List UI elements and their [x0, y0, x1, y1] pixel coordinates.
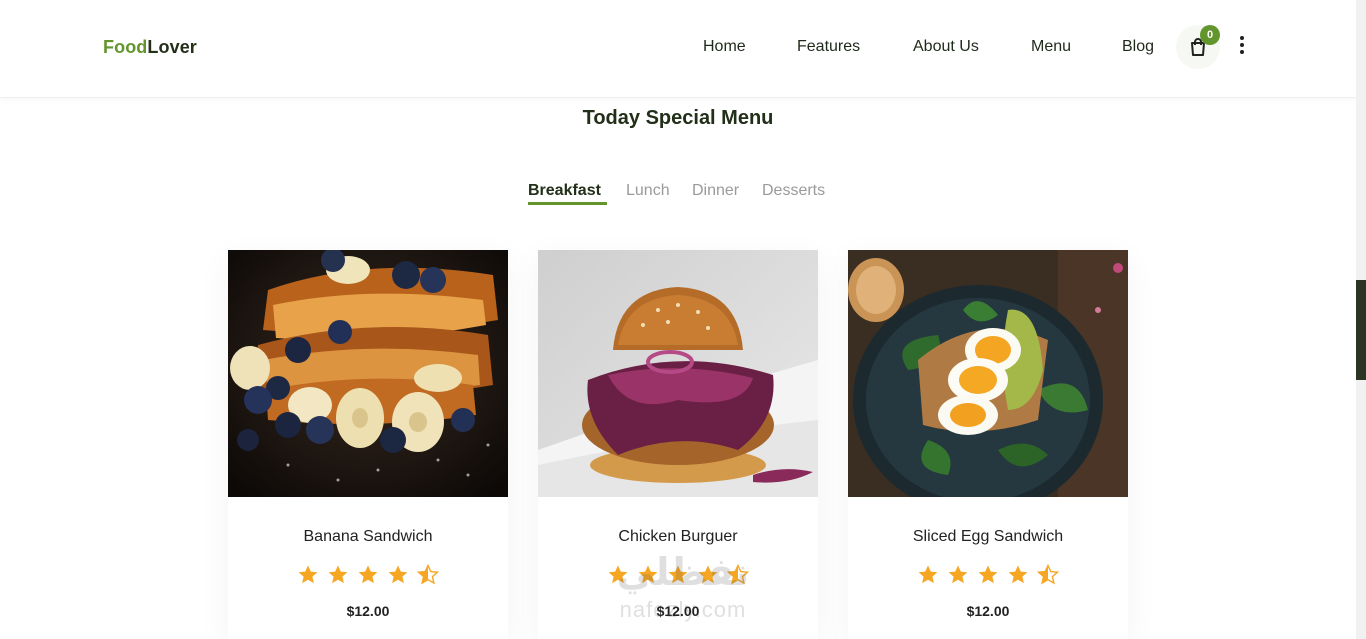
logo-lover: Lover: [147, 37, 197, 57]
tab-lunch[interactable]: Lunch: [626, 182, 670, 200]
rating-stars: [228, 564, 508, 591]
nav-about-us[interactable]: About Us: [913, 38, 979, 56]
watermark-arabic: نفظلي: [616, 552, 750, 594]
card-title: Banana Sandwich: [303, 528, 433, 545]
star-full-icon: [978, 565, 998, 584]
active-tab-indicator: [528, 202, 607, 205]
star-full-icon: [358, 565, 378, 584]
page-scrollbar[interactable]: [1356, 0, 1366, 639]
site-logo[interactable]: FoodLover: [103, 37, 197, 58]
food-image-sliced-egg-sandwich: [848, 250, 1128, 497]
star-full-icon: [298, 565, 318, 584]
rating-stars: [848, 564, 1128, 591]
watermark: نفظلي nafezly.com: [598, 550, 768, 635]
tab-desserts[interactable]: Desserts: [762, 182, 825, 200]
cart-count-badge: 0: [1200, 25, 1220, 45]
nav-features[interactable]: Features: [797, 38, 860, 56]
site-header: FoodLover Home Features About Us Menu Bl…: [0, 0, 1356, 98]
card-title: Chicken Burguer: [618, 528, 738, 545]
cart-button[interactable]: 0: [1176, 25, 1220, 69]
star-full-icon: [948, 565, 968, 584]
card-price: $12.00: [346, 603, 390, 619]
card-price: $12.00: [966, 603, 1010, 619]
card-title: Sliced Egg Sandwich: [912, 528, 1064, 545]
tab-breakfast[interactable]: Breakfast: [528, 182, 601, 200]
scrollbar-thumb[interactable]: [1356, 280, 1366, 380]
logo-food: Food: [103, 37, 148, 57]
food-image-chicken-burguer: [538, 250, 818, 497]
star-full-icon: [388, 565, 408, 584]
nav-menu[interactable]: Menu: [1031, 38, 1071, 56]
menu-card[interactable]: Sliced Egg Sandwich $12.00: [848, 250, 1128, 639]
food-image-banana-sandwich: [228, 250, 508, 497]
star-full-icon: [918, 565, 938, 584]
section-title: Today Special Menu: [582, 107, 774, 129]
star-half-icon: [417, 564, 439, 585]
star-full-icon: [328, 565, 348, 584]
menu-card[interactable]: Banana Sandwich $12.00: [228, 250, 508, 639]
star-half-icon: [1037, 564, 1059, 585]
watermark-url: nafezly.com: [619, 597, 747, 622]
nav-blog[interactable]: Blog: [1122, 38, 1154, 56]
tab-dinner[interactable]: Dinner: [692, 182, 739, 200]
more-menu-icon[interactable]: [1234, 34, 1250, 56]
star-full-icon: [1008, 565, 1028, 584]
nav-home[interactable]: Home: [703, 38, 746, 56]
